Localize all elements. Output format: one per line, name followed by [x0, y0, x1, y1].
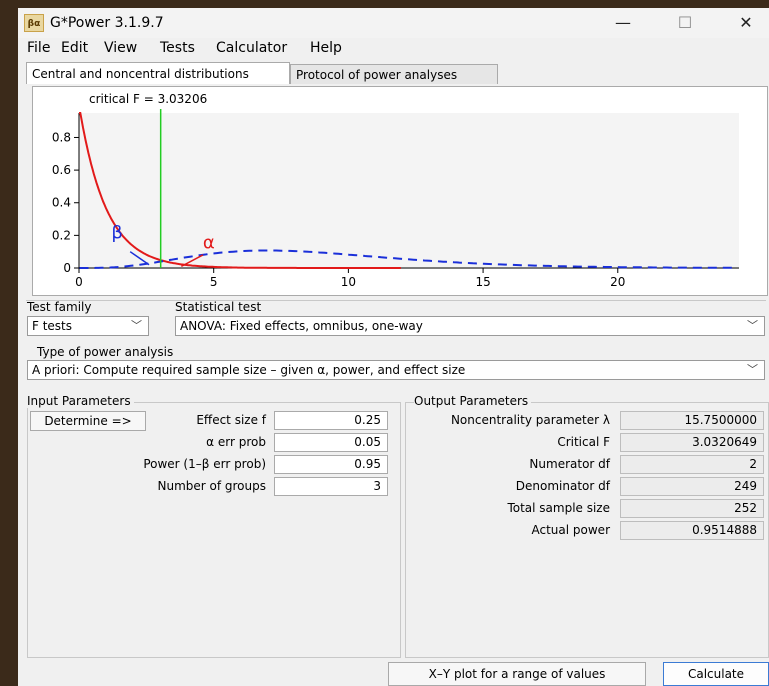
menu-help[interactable]: Help: [310, 40, 342, 56]
critical-f-value: 3.0320649: [620, 433, 764, 452]
power-input[interactable]: 0.95: [274, 455, 388, 474]
y-tick-label: 0.6: [52, 163, 71, 177]
numerator-df-value: 2: [620, 455, 764, 474]
distribution-plot-panel: critical F = 3.03206 0 5 10 15 20 0 0.2 0.4 0.6 0…: [32, 86, 768, 296]
alpha-label: α: [203, 232, 215, 253]
minimize-button[interactable]: —: [600, 8, 646, 38]
critical-f-label: Critical F: [557, 435, 610, 449]
y-tick-label: 0.4: [52, 196, 71, 210]
test-family-label: Test family: [27, 300, 92, 314]
statistical-test-value: ANOVA: Fixed effects, omnibus, one-way: [180, 319, 423, 333]
y-tick-label: 0.8: [52, 130, 71, 144]
statistical-test-select[interactable]: ANOVA: Fixed effects, omnibus, one-way ﹀: [175, 316, 765, 336]
separator: [26, 300, 766, 301]
beta-label: β: [111, 223, 123, 244]
x-tick-label: 0: [75, 275, 83, 289]
input-parameters-title: Input Parameters: [27, 394, 134, 408]
power-analysis-value: A priori: Compute required sample size –…: [32, 363, 466, 377]
effect-size-label: Effect size f: [196, 413, 266, 427]
test-family-value: F tests: [32, 319, 73, 333]
x-tick-label: 10: [341, 275, 356, 289]
alpha-err-label: α err prob: [206, 435, 266, 449]
app-window: βα G*Power 3.1.9.7 — ☐ ✕ File Edit View …: [18, 8, 769, 686]
chevron-down-icon: ﹀: [747, 319, 758, 332]
output-parameters-title: Output Parameters: [414, 394, 532, 408]
effect-size-input[interactable]: 0.25: [274, 411, 388, 430]
close-button[interactable]: ✕: [723, 8, 769, 38]
noncentrality-label: Noncentrality parameter λ: [450, 413, 610, 427]
total-sample-size-label: Total sample size: [507, 501, 610, 515]
noncentrality-value: 15.7500000: [620, 411, 764, 430]
power-label: Power (1–β err prob): [143, 457, 266, 471]
xy-plot-button[interactable]: X–Y plot for a range of values: [388, 662, 646, 686]
x-tick-label: 15: [475, 275, 490, 289]
gpower-app-icon: βα: [24, 14, 44, 32]
menu-tests[interactable]: Tests: [160, 40, 195, 56]
calculate-button[interactable]: Calculate: [663, 662, 769, 686]
statistical-test-label: Statistical test: [175, 300, 262, 314]
x-tick-label: 5: [210, 275, 218, 289]
power-analysis-label: Type of power analysis: [37, 345, 174, 359]
groups-input[interactable]: 3: [274, 477, 388, 496]
total-sample-size-value: 252: [620, 499, 764, 518]
tab-distributions[interactable]: Central and noncentral distributions: [26, 62, 290, 84]
y-tick-label: 0: [63, 261, 71, 275]
maximize-button[interactable]: ☐: [662, 8, 708, 38]
tab-protocol[interactable]: Protocol of power analyses: [290, 64, 498, 84]
numerator-df-label: Numerator df: [529, 457, 610, 471]
plot-area: [79, 113, 739, 269]
window-title: G*Power 3.1.9.7: [50, 15, 164, 31]
menu-file[interactable]: File: [27, 40, 50, 56]
menu-bar: File Edit View Tests Calculator Help: [18, 38, 769, 60]
alpha-err-input[interactable]: 0.05: [274, 433, 388, 452]
menu-edit[interactable]: Edit: [61, 40, 88, 56]
title-bar: βα G*Power 3.1.9.7 — ☐ ✕: [18, 8, 769, 38]
denominator-df-label: Denominator df: [515, 479, 610, 493]
x-tick-label: 20: [610, 275, 625, 289]
power-analysis-select[interactable]: A priori: Compute required sample size –…: [27, 360, 765, 380]
chevron-down-icon: ﹀: [747, 363, 758, 376]
menu-view[interactable]: View: [104, 40, 137, 56]
critical-f-annotation: critical F = 3.03206: [89, 92, 207, 106]
distribution-plot: critical F = 3.03206 0 5 10 15 20 0 0.2 0.4 0.6 0…: [52, 92, 739, 289]
y-tick-label: 0.2: [52, 228, 71, 242]
actual-power-value: 0.9514888: [620, 521, 764, 540]
actual-power-label: Actual power: [531, 523, 611, 537]
chevron-down-icon: ﹀: [131, 319, 142, 332]
groups-label: Number of groups: [157, 479, 266, 493]
denominator-df-value: 249: [620, 477, 764, 496]
menu-calculator[interactable]: Calculator: [216, 40, 287, 56]
test-family-select[interactable]: F tests ﹀: [27, 316, 149, 336]
